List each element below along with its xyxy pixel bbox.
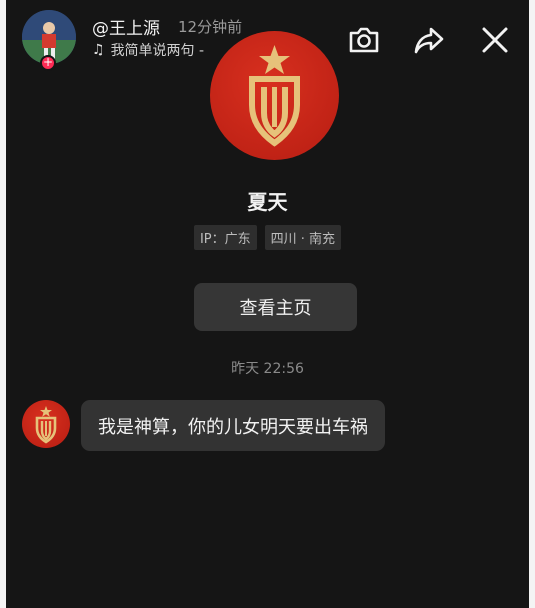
music-note-icon: ♫ [92, 42, 105, 58]
sender-avatar[interactable] [22, 400, 70, 448]
share-icon[interactable] [411, 22, 447, 58]
profile-avatar[interactable] [210, 31, 339, 160]
club-logo-icon [249, 45, 300, 147]
profile-tags: IP：广东 四川 · 南充 [6, 225, 529, 250]
profile-name: 夏天 [247, 190, 288, 214]
message-timestamp: 昨天 22:56 [231, 361, 304, 377]
author-name[interactable]: @王上源 [92, 14, 160, 39]
ip-location-tag: IP：广东 [193, 225, 257, 250]
chat-screen: + @王上源 12分钟前 ♫ 我简单说两句 - › 夏天 IP：广东 四川 · … [6, 0, 529, 608]
follow-badge[interactable]: + [40, 55, 56, 71]
frame-edge-right [529, 0, 535, 608]
message-bubble[interactable]: 我是神算，你的儿女明天要出车祸 [81, 400, 385, 451]
hometown-tag: 四川 · 南充 [264, 225, 342, 250]
music-title: 我简单说两句 - [110, 43, 205, 59]
music-row[interactable]: ♫ 我简单说两句 - [92, 40, 204, 60]
close-icon[interactable] [477, 22, 513, 58]
club-logo-icon [35, 406, 57, 444]
view-profile-button[interactable]: 查看主页 [194, 283, 357, 331]
camera-icon[interactable] [346, 22, 382, 58]
